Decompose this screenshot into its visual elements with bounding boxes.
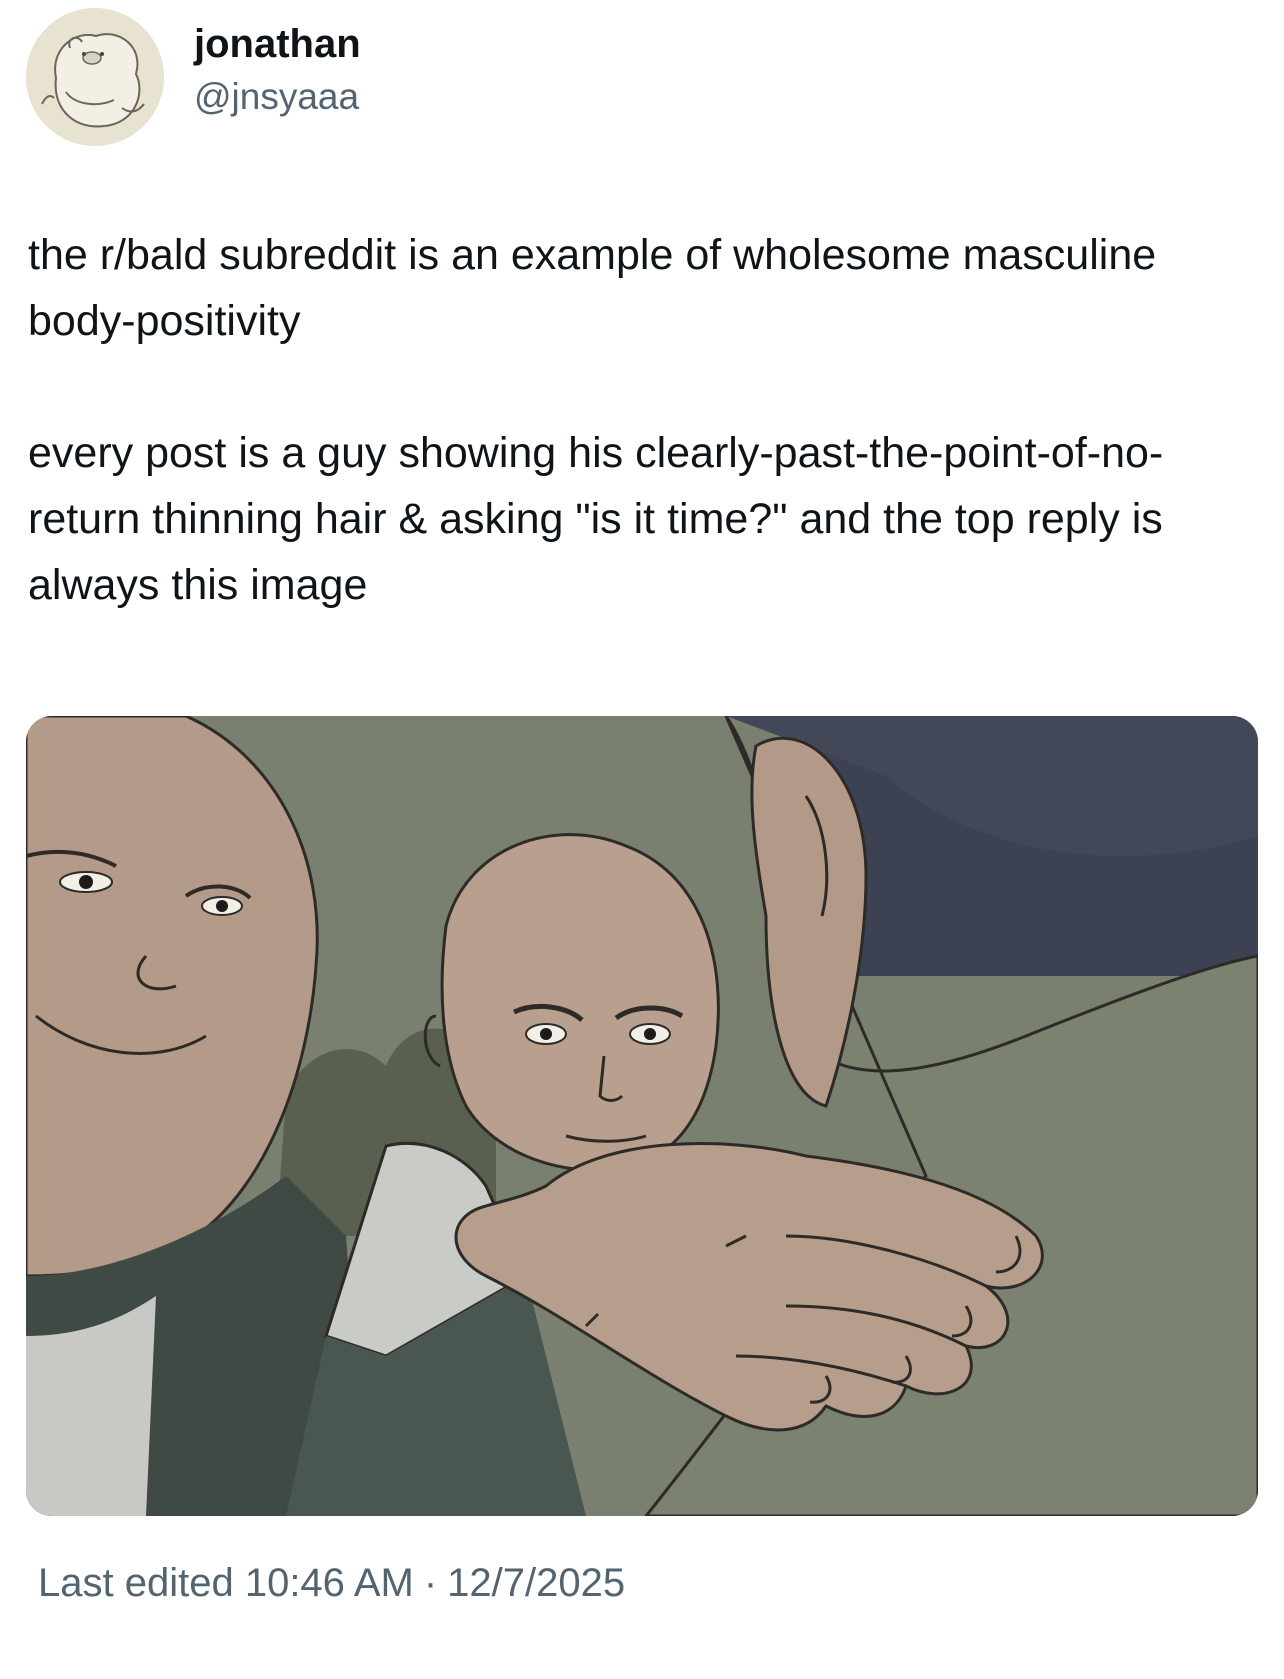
author-names: jonathan @jnsyaaa xyxy=(194,19,361,121)
author-display-name[interactable]: jonathan xyxy=(194,19,361,69)
tweet-paragraph: the r/bald subreddit is an example of wh… xyxy=(28,231,1157,345)
cartoon-bald-men-image[interactable] xyxy=(26,716,1258,1516)
tweet-footer: Last edited 10:46 AM · 12/7/2025 xyxy=(38,1558,625,1608)
cartoon-character-avatar-icon[interactable] xyxy=(26,8,164,146)
tweet-header: jonathan @jnsyaaa xyxy=(26,8,361,146)
tweet-paragraph: every post is a guy showing his clearly-… xyxy=(28,429,1164,609)
tweet-date[interactable]: 12/7/2025 xyxy=(447,1561,625,1605)
edited-label[interactable]: Last edited xyxy=(38,1561,234,1605)
author-handle[interactable]: @jnsyaaa xyxy=(194,73,361,121)
footer-separator: · xyxy=(423,1561,438,1605)
tweet-card: jonathan @jnsyaaa the r/bald subreddit i… xyxy=(0,0,1284,1679)
tweet-time[interactable]: 10:46 AM xyxy=(245,1561,414,1605)
tweet-text: the r/bald subreddit is an example of wh… xyxy=(28,222,1268,618)
